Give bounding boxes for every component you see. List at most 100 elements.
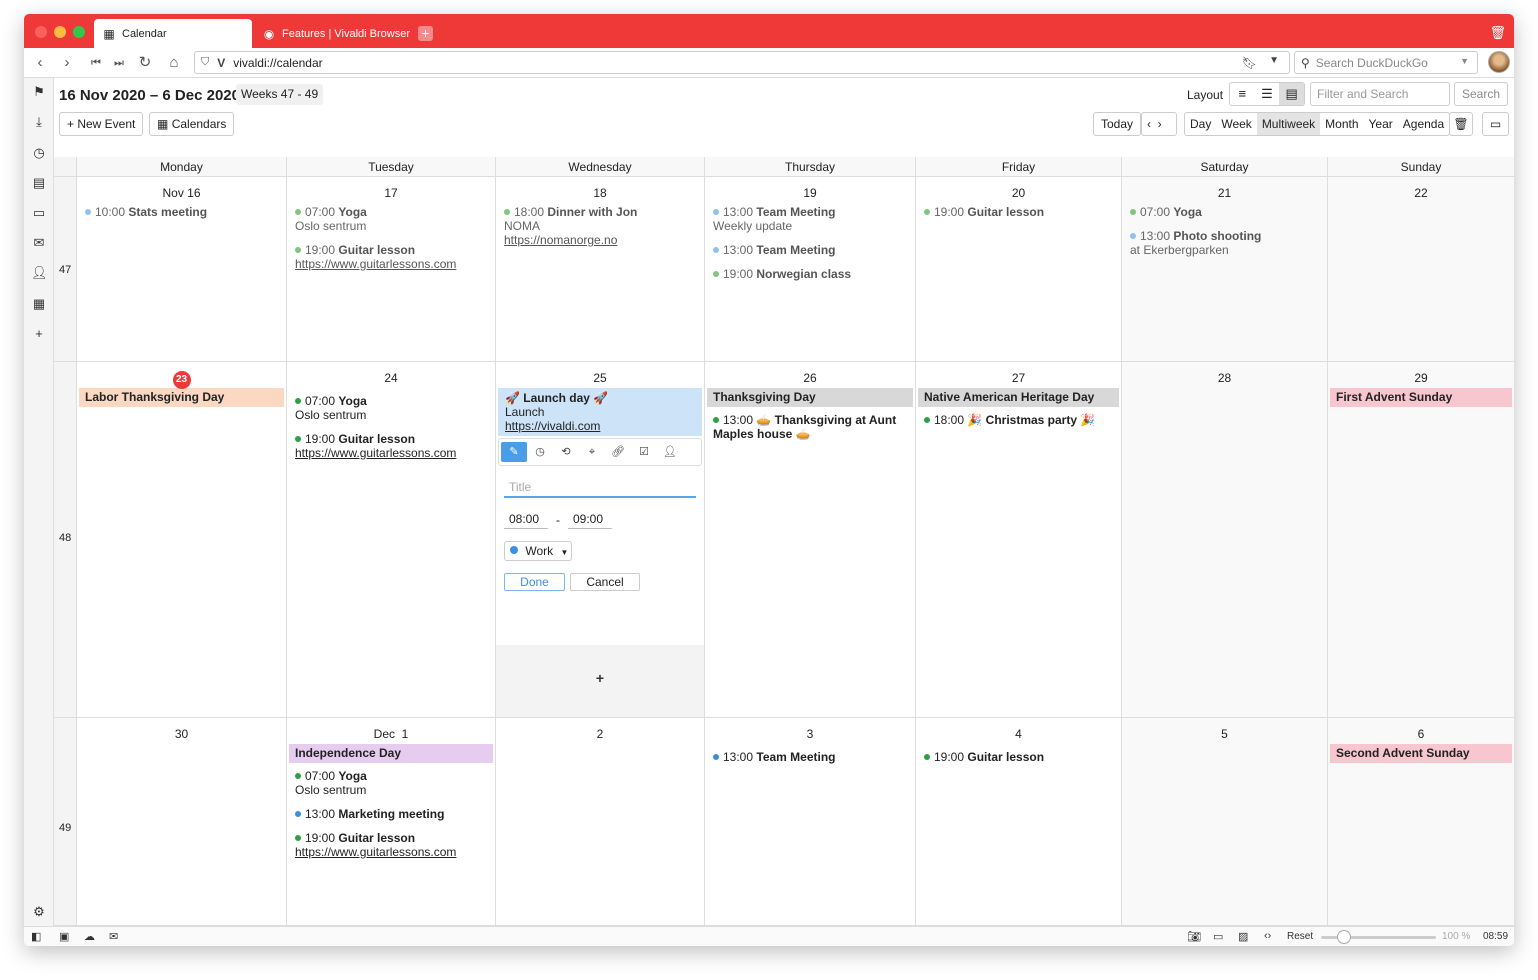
event[interactable]: 07:00 Yoga Oslo sentrum <box>295 769 487 797</box>
view-month[interactable]: Month <box>1320 113 1363 135</box>
start-time-input[interactable]: 08:00 <box>504 510 548 529</box>
event[interactable]: 10:00 Stats meeting <box>85 205 278 219</box>
event[interactable]: 19:00 Guitar lesson <box>924 750 1113 764</box>
day-cell[interactable]: 6 Second Advent Sunday <box>1327 718 1514 926</box>
event-link[interactable]: https://vivaldi.com <box>505 419 600 433</box>
rewind-icon[interactable]: ⏮ <box>86 54 106 72</box>
event[interactable]: 13:00 🥧 Thanksgiving at Aunt Maples hous… <box>713 413 907 441</box>
event[interactable]: 07:00 Yoga Oslo sentrum <box>295 205 487 233</box>
contacts-icon[interactable]: 👤︎ <box>31 265 48 281</box>
week-number[interactable]: 48 <box>54 362 76 718</box>
allday-event[interactable]: First Advent Sunday <box>1330 388 1512 407</box>
code-icon[interactable]: ‹› <box>1264 930 1271 942</box>
day-cell[interactable]: 3 13:00 Team Meeting <box>704 718 915 926</box>
invite-icon[interactable]: 👤︎ <box>657 442 683 462</box>
event[interactable]: 18:00 🎉 Christmas party 🎉 <box>924 413 1113 427</box>
zoom-reset-button[interactable]: Reset <box>1287 931 1313 942</box>
week-number[interactable]: 47 <box>54 177 76 362</box>
bookmark-icon[interactable]: 🔖︎ <box>1242 56 1257 70</box>
search-button[interactable]: Search <box>1454 82 1508 106</box>
window-icon[interactable]: ▭ <box>1213 930 1223 943</box>
search-field[interactable]: ⚲ Search DuckDuckGo ▼ <box>1294 51 1478 74</box>
allday-event[interactable]: Labor Thanksgiving Day <box>79 388 284 407</box>
day-cell[interactable]: 4 19:00 Guitar lesson <box>915 718 1121 926</box>
new-event-button[interactable]: + New Event <box>59 112 144 136</box>
new-tab-button[interactable]: + <box>418 26 433 41</box>
link-icon[interactable]: 🔗︎ <box>605 442 631 462</box>
tab-vivaldi-features[interactable]: ◉ Features | Vivaldi Browser <box>254 19 410 48</box>
day-cell[interactable]: 25 🚀 Launch day 🚀 Launch https://vivaldi… <box>495 362 704 718</box>
day-cell[interactable]: 5 <box>1121 718 1327 926</box>
layout-expanded-icon[interactable]: ▤ <box>1279 83 1305 105</box>
view-day[interactable]: Day <box>1185 113 1216 135</box>
mail-icon[interactable]: ✉ <box>31 235 47 251</box>
calendar-select[interactable]: Work ▼ <box>504 541 572 561</box>
day-cell[interactable]: 17 07:00 Yoga Oslo sentrum 19:00 Guitar l… <box>286 177 495 362</box>
layout-compact-icon[interactable]: ≡ <box>1230 83 1255 105</box>
event[interactable]: 13:00 Photo shooting at Ekerbergparken <box>1130 229 1319 257</box>
tab-calendar[interactable]: ▦ Calendar <box>94 19 252 48</box>
history-icon[interactable]: ◷ <box>31 145 47 161</box>
settings-gear-icon[interactable]: ⚙ <box>31 904 47 920</box>
shield-icon[interactable]: ⛉ <box>201 56 209 69</box>
event[interactable]: 13:00 Team Meeting <box>713 750 907 764</box>
location-pin-icon[interactable]: ⌖ <box>579 442 605 462</box>
view-year[interactable]: Year <box>1364 113 1398 135</box>
tab-tiling-icon[interactable]: ▣ <box>59 930 69 943</box>
event-link[interactable]: https://nomanorge.no <box>504 233 617 247</box>
done-button[interactable]: Done <box>504 573 565 591</box>
panel-toggle-icon[interactable]: ◧ <box>31 930 41 943</box>
today-button[interactable]: Today <box>1093 112 1142 136</box>
view-week[interactable]: Week <box>1216 113 1256 135</box>
day-cell[interactable]: 2 <box>495 718 704 926</box>
day-cell[interactable]: 26 Thanksgiving Day 13:00 🥧 Thanksgiving… <box>704 362 915 718</box>
event-link[interactable]: https://www.guitarlessons.com <box>295 845 456 859</box>
event[interactable]: 07:00 Yoga <box>1130 205 1319 219</box>
close-window-button[interactable] <box>35 26 47 38</box>
filter-input[interactable]: Filter and Search <box>1310 82 1450 106</box>
chevron-down-icon[interactable]: ▼ <box>1460 56 1469 66</box>
event[interactable]: 13:00 Team Meeting Weekly update <box>713 205 907 233</box>
day-cell[interactable]: 27 Native American Heritage Day 18:00 🎉 … <box>915 362 1121 718</box>
calendar-icon[interactable]: ▦ <box>31 296 47 312</box>
trash-icon[interactable]: 🗑 <box>1489 25 1506 41</box>
bookmark-icon[interactable]: ⚑ <box>31 84 47 100</box>
zoom-slider-handle[interactable] <box>1337 930 1351 944</box>
forward-icon[interactable]: › <box>57 54 77 72</box>
add-panel-icon[interactable]: + <box>31 326 47 342</box>
event[interactable]: 19:00 Guitar lesson <box>924 205 1113 219</box>
mail-icon[interactable]: ✉ <box>109 930 118 943</box>
checkbox-icon[interactable]: ☑ <box>631 442 657 462</box>
add-event-button[interactable]: + <box>496 645 704 717</box>
window-panel-icon[interactable]: ▭ <box>31 205 47 221</box>
end-time-input[interactable]: 09:00 <box>568 510 612 529</box>
home-icon[interactable]: ⌂ <box>164 54 184 72</box>
toggle-panel-button[interactable]: ▭ <box>1482 112 1509 136</box>
selected-event[interactable]: 🚀 Launch day 🚀 Launch https://vivaldi.co… <box>498 388 702 436</box>
day-cell[interactable]: 21 07:00 Yoga 13:00 Photo shooting at Eke… <box>1121 177 1327 362</box>
allday-event[interactable]: Second Advent Sunday <box>1330 744 1512 763</box>
edit-pencil-icon[interactable]: ✎ <box>501 442 527 462</box>
week-number[interactable]: 49 <box>54 718 76 926</box>
day-cell[interactable]: 24 07:00 Yoga Oslo sentrum 19:00 Guitar l… <box>286 362 495 718</box>
sync-cloud-icon[interactable]: ☁ <box>84 930 95 943</box>
day-cell[interactable]: Dec 1 Independence Day 07:00 Yoga Oslo se… <box>286 718 495 926</box>
event[interactable]: 07:00 Yoga Oslo sentrum <box>295 394 487 422</box>
clock-icon[interactable]: ◷ <box>527 442 553 462</box>
day-cell[interactable]: 29 First Advent Sunday <box>1327 362 1514 718</box>
calendars-button[interactable]: ▦ Calendars <box>149 112 235 136</box>
day-cell[interactable]: 19 13:00 Team Meeting Weekly update 13:00… <box>704 177 915 362</box>
event[interactable]: 19:00 Norwegian class <box>713 267 907 281</box>
day-cell[interactable]: 20 19:00 Guitar lesson <box>915 177 1121 362</box>
camera-icon[interactable]: 📷︎ <box>1187 930 1201 943</box>
chevron-down-icon[interactable]: ▼ <box>1269 55 1279 66</box>
allday-event[interactable]: Thanksgiving Day <box>707 388 913 407</box>
cancel-button[interactable]: Cancel <box>570 573 640 591</box>
day-cell[interactable]: 23 Labor Thanksgiving Day <box>76 362 286 718</box>
event[interactable]: 19:00 Guitar lesson https://www.guitarles… <box>295 432 487 460</box>
event[interactable]: 18:00 Dinner with Jon NOMA https://nomanor… <box>504 205 696 247</box>
reload-icon[interactable]: ↻ <box>135 54 155 72</box>
day-cell[interactable]: Nov 16 10:00 Stats meeting <box>76 177 286 362</box>
url-field[interactable]: ⛉ V vivaldi://calendar 🔖︎ ▼ <box>194 51 1290 74</box>
minimize-window-button[interactable] <box>54 26 66 38</box>
